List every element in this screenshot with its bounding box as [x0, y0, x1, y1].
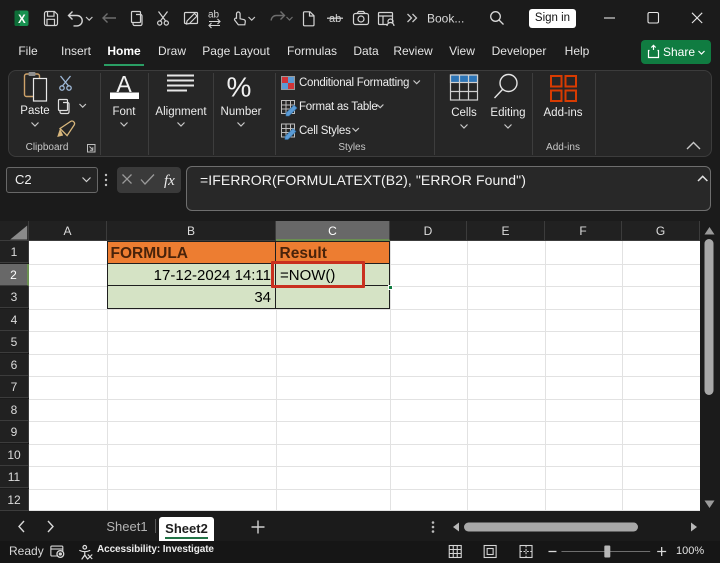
svg-text:ab: ab: [329, 13, 341, 25]
svg-text:%: %: [227, 72, 252, 103]
svg-text:Book...: Book...: [427, 12, 464, 26]
svg-text:X: X: [18, 14, 26, 26]
